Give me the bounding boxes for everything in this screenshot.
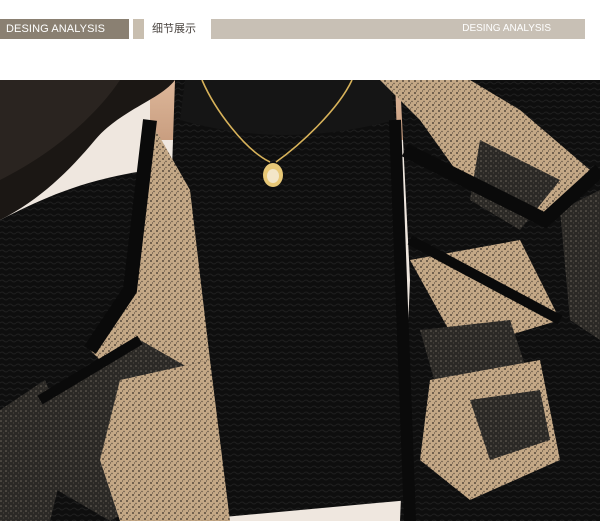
section-header: DESING ANALYSIS 细节展示 DESING ANALYSIS <box>0 19 600 39</box>
detail-display-label: 细节展示 <box>152 22 196 35</box>
section-tag-left: DESING ANALYSIS <box>0 19 129 39</box>
product-detail-photo <box>0 80 600 521</box>
accent-strip <box>133 19 144 39</box>
section-tag-right: DESING ANALYSIS <box>211 19 585 39</box>
